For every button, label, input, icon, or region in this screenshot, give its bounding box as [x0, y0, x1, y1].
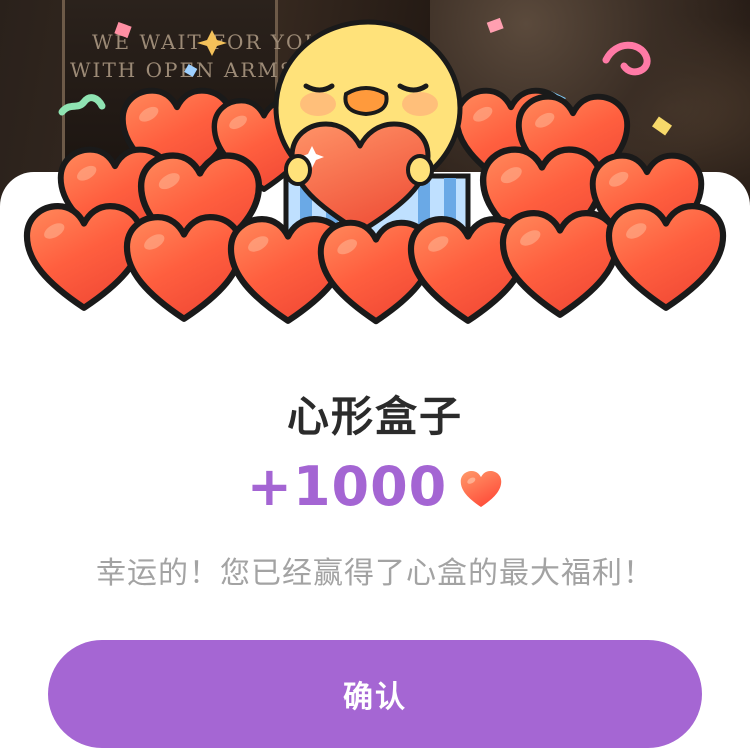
reward-message: 幸运的！您已经赢得了心盒的最大福利！: [96, 556, 654, 591]
reward-amount-row: +1000: [0, 455, 750, 518]
reward-title: 心形盒子: [286, 392, 463, 441]
heart-icon: [461, 470, 502, 507]
confirm-button[interactable]: 确认: [48, 640, 702, 748]
reward-illustration: [0, 17, 750, 340]
reward-amount: +1000: [246, 455, 448, 518]
